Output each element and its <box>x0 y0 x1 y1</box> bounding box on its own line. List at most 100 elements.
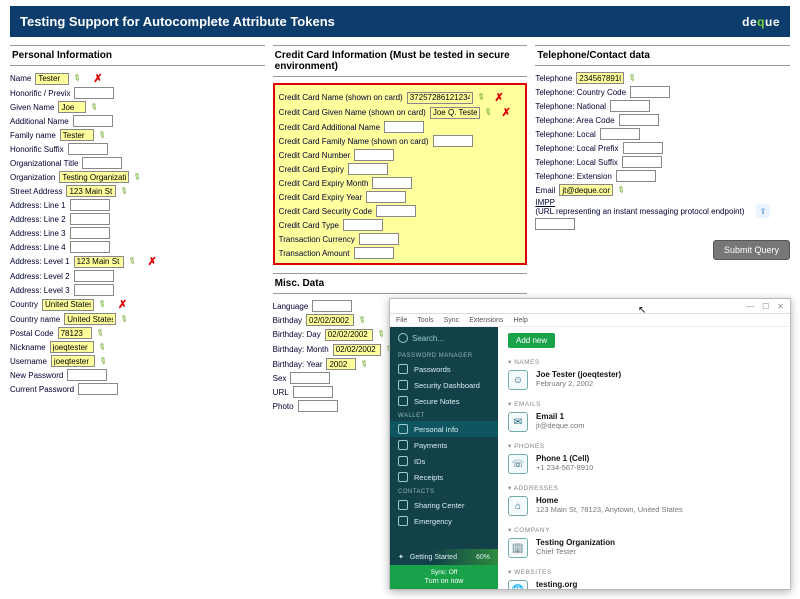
label-postal: Postal Code <box>10 329 54 338</box>
input-cc-number[interactable] <box>354 149 394 161</box>
input-bday-year[interactable] <box>326 358 356 370</box>
id-icon <box>398 456 408 466</box>
menu-sync[interactable]: Sync <box>444 317 460 324</box>
share-icon[interactable]: ⇪ <box>756 204 770 218</box>
sidebar-item-emergency[interactable]: Emergency <box>390 513 498 529</box>
input-bday-month[interactable] <box>333 344 381 356</box>
input-tel-local[interactable] <box>600 128 640 140</box>
sec-company[interactable]: COMPANY <box>508 526 780 534</box>
group-contacts: CONTACTS <box>390 485 498 497</box>
input-current-password[interactable] <box>78 383 118 395</box>
sidebar-item-personal-info[interactable]: Personal Info <box>390 421 498 437</box>
input-cc-additional[interactable] <box>384 121 424 133</box>
input-cc-type[interactable] <box>343 219 383 231</box>
sidebar-item-receipts[interactable]: Receipts <box>390 469 498 485</box>
input-organization[interactable] <box>59 171 129 183</box>
getting-started[interactable]: ✦Getting Started60% <box>390 549 498 565</box>
entry-company[interactable]: 🏢Testing OrganizationChief Tester <box>508 538 780 558</box>
input-level1[interactable] <box>74 256 124 268</box>
input-cc-expiry-month[interactable] <box>372 177 412 189</box>
pm-sidebar: Search... PASSWORD MANAGER Passwords Sec… <box>390 327 498 589</box>
sidebar-item-ids[interactable]: IDs <box>390 453 498 469</box>
input-tel[interactable] <box>576 72 624 84</box>
input-addr4[interactable] <box>70 241 110 253</box>
input-username[interactable] <box>51 355 95 367</box>
add-new-button[interactable]: Add new <box>508 333 555 348</box>
sec-addresses[interactable]: ADDRESSES <box>508 484 780 492</box>
sec-names[interactable]: NAMES <box>508 358 780 366</box>
input-cc-expiry[interactable] <box>348 163 388 175</box>
input-given-name[interactable] <box>58 101 86 113</box>
input-level3[interactable] <box>74 284 114 296</box>
input-addr2[interactable] <box>70 213 110 225</box>
menu-file[interactable]: File <box>396 317 407 324</box>
sec-websites[interactable]: WEBSITES <box>508 568 780 576</box>
input-cc-given[interactable] <box>430 107 480 119</box>
input-honorific-suffix[interactable] <box>68 143 108 155</box>
input-email[interactable] <box>559 184 613 196</box>
input-nickname[interactable] <box>50 341 94 353</box>
entry-name[interactable]: ☺Joe Tester (joeqtester)February 2, 2002 <box>508 370 780 390</box>
menu-extensions[interactable]: Extensions <box>469 317 503 324</box>
input-country[interactable] <box>42 299 94 311</box>
input-level2[interactable] <box>74 270 114 282</box>
menu-help[interactable]: Help <box>513 317 527 324</box>
close-icon[interactable]: ✕ <box>777 302 784 311</box>
input-addr3[interactable] <box>70 227 110 239</box>
input-tel-local-suffix[interactable] <box>622 156 662 168</box>
menu-tools[interactable]: Tools <box>417 317 433 324</box>
input-family-name[interactable] <box>60 129 94 141</box>
input-addr1[interactable] <box>70 199 110 211</box>
home-icon: ⌂ <box>508 496 528 516</box>
sidebar-item-payments[interactable]: Payments <box>390 437 498 453</box>
input-birthday[interactable] <box>306 314 354 326</box>
input-cc-expiry-year[interactable] <box>366 191 406 203</box>
sec-emails[interactable]: EMAILS <box>508 400 780 408</box>
sidebar-item-secure-notes[interactable]: Secure Notes <box>390 393 498 409</box>
rocket-icon: ✦ <box>398 553 404 561</box>
input-new-password[interactable] <box>67 369 107 381</box>
input-sex[interactable] <box>290 372 330 384</box>
label-tel-local-suffix: Telephone: Local Suffix <box>535 158 618 167</box>
entry-email[interactable]: ✉Email 1jt@deque.com <box>508 412 780 432</box>
input-cc-currency[interactable] <box>359 233 399 245</box>
input-street-address[interactable] <box>66 185 116 197</box>
input-tel-local-prefix[interactable] <box>623 142 663 154</box>
input-country-name[interactable] <box>64 313 116 325</box>
sidebar-item-security-dashboard[interactable]: Security Dashboard <box>390 377 498 393</box>
input-tel-area[interactable] <box>619 114 659 126</box>
input-postal[interactable] <box>58 327 92 339</box>
input-tel-national[interactable] <box>610 100 650 112</box>
sec-phones[interactable]: PHONES <box>508 442 780 450</box>
input-photo[interactable] <box>298 400 338 412</box>
minimize-icon[interactable]: — <box>746 302 754 311</box>
sync-panel[interactable]: Sync: OffTurn on now <box>390 565 498 589</box>
card-icon <box>398 440 408 450</box>
label-tel: Telephone <box>535 74 572 83</box>
input-additional-name[interactable] <box>73 115 113 127</box>
entry-website[interactable]: 🌐testing.org <box>508 580 780 589</box>
pm-search[interactable]: Search... <box>390 327 498 349</box>
turn-on-now[interactable]: Turn on now <box>425 578 464 585</box>
pencil-icon: ✎ <box>95 340 107 353</box>
submit-button[interactable]: Submit Query <box>713 240 790 260</box>
input-tel-extension[interactable] <box>616 170 656 182</box>
input-org-title[interactable] <box>82 157 122 169</box>
sidebar-item-passwords[interactable]: Passwords <box>390 361 498 377</box>
input-url[interactable] <box>293 386 333 398</box>
input-cc-csc[interactable] <box>376 205 416 217</box>
input-cc-name[interactable] <box>407 92 473 104</box>
input-tel-cc[interactable] <box>630 86 670 98</box>
entry-address[interactable]: ⌂Home123 Main St, 78123, Anytown, United… <box>508 496 780 516</box>
input-language[interactable] <box>312 300 352 312</box>
input-honorific-prefix[interactable] <box>74 87 114 99</box>
input-name[interactable] <box>35 73 69 85</box>
entry-phone[interactable]: ☏Phone 1 (Cell)+1 234-567-8910 <box>508 454 780 474</box>
input-impp[interactable] <box>535 218 575 230</box>
maximize-icon[interactable]: ☐ <box>762 302 769 311</box>
input-cc-family[interactable] <box>433 135 473 147</box>
globe-icon: 🌐 <box>508 580 528 589</box>
input-bday-day[interactable] <box>325 329 373 341</box>
input-cc-amount[interactable] <box>354 247 394 259</box>
sidebar-item-sharing-center[interactable]: Sharing Center <box>390 497 498 513</box>
